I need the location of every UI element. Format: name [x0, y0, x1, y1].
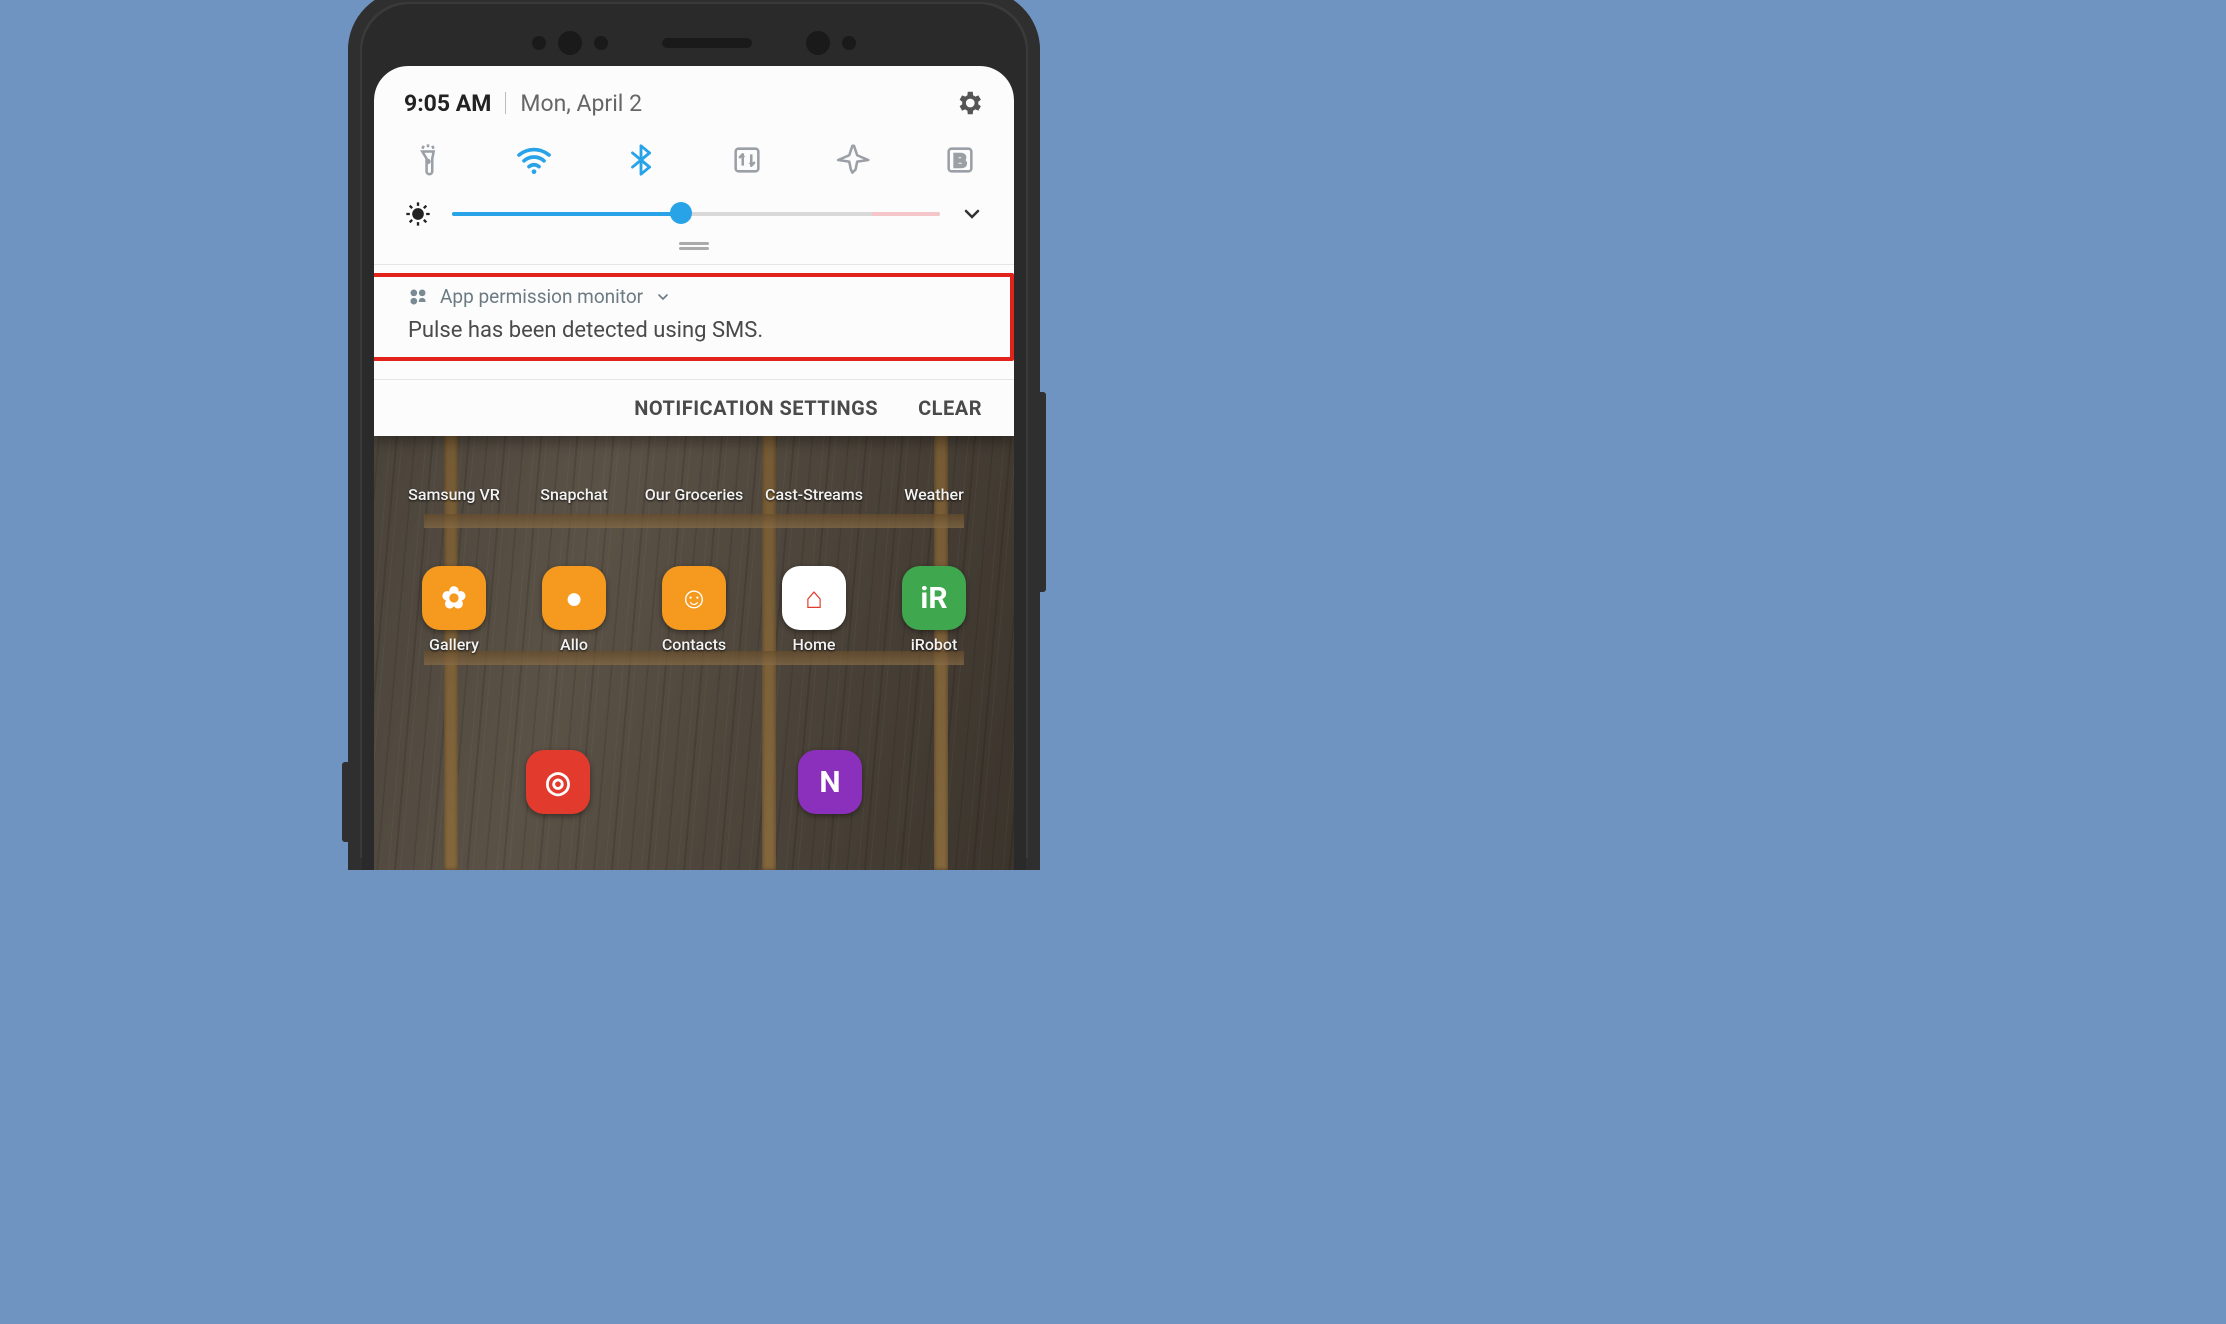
clock: 9:05 AM — [404, 90, 491, 117]
bluetooth-toggle[interactable] — [617, 136, 665, 184]
app-permission-icon — [408, 287, 428, 307]
expand-icon[interactable] — [960, 202, 984, 226]
svg-text:B: B — [953, 150, 966, 171]
phone-volume-button — [342, 762, 348, 842]
date: Mon, April 2 — [520, 90, 642, 117]
notification-body: Pulse has been detected using SMS. — [408, 318, 980, 343]
notification-shade: 9:05 AM Mon, April 2 — [374, 66, 1014, 436]
clear-button[interactable]: CLEAR — [918, 396, 982, 420]
app-Home[interactable]: ⌂Home — [758, 566, 870, 654]
app-our-groceries[interactable]: Our Groceries — [638, 486, 750, 504]
brightness-icon — [404, 200, 432, 228]
app-Allo[interactable]: ●Allo — [518, 566, 630, 654]
phone-sensors — [362, 4, 1026, 64]
notification-settings-button[interactable]: NOTIFICATION SETTINGS — [634, 396, 878, 420]
app-iRobot[interactable]: iRiRobot — [878, 566, 990, 654]
app-Contacts[interactable]: ☺Contacts — [638, 566, 750, 654]
shade-handle[interactable] — [374, 236, 1014, 264]
app-Gallery[interactable]: ✿Gallery — [398, 566, 510, 654]
chevron-down-icon[interactable] — [655, 289, 671, 305]
phone-frame: Samsung VR Snapchat Our Groceries Cast-S… — [348, 0, 1040, 870]
brightness-row — [374, 188, 1014, 236]
notification-app-name: App permission monitor — [440, 285, 643, 308]
home-row-2: ✿Gallery●Allo☺Contacts⌂HomeiRiRobot — [394, 566, 994, 654]
wifi-toggle[interactable] — [510, 136, 558, 184]
notification-actions: NOTIFICATION SETTINGS CLEAR — [374, 379, 1014, 436]
notification-item[interactable]: App permission monitor Pulse has been de… — [374, 264, 1014, 379]
home-row-1: Samsung VR Snapchat Our Groceries Cast-S… — [394, 486, 994, 504]
flashlight-toggle[interactable] — [404, 136, 452, 184]
statusbar: 9:05 AM Mon, April 2 — [374, 66, 1014, 126]
phone-power-button — [1040, 392, 1046, 592]
app-weather[interactable]: Weather — [878, 486, 990, 504]
settings-gear-icon[interactable] — [954, 88, 984, 118]
phone-bezel: Samsung VR Snapchat Our Groceries Cast-S… — [362, 4, 1026, 870]
notification-header: App permission monitor — [408, 285, 980, 308]
app-snapchat[interactable]: Snapchat — [518, 486, 630, 504]
divider — [505, 92, 506, 114]
brightness-thumb[interactable] — [670, 202, 692, 224]
home-row-3: ◎N — [394, 750, 994, 814]
quick-settings-row: B — [374, 126, 1014, 188]
blue-light-toggle[interactable]: B — [936, 136, 984, 184]
rotate-toggle[interactable] — [723, 136, 771, 184]
annotation-highlight: App permission monitor Pulse has been de… — [374, 273, 1014, 361]
airplane-toggle[interactable] — [830, 136, 878, 184]
app-dock-0[interactable]: ◎ — [502, 750, 614, 814]
app-cast-streams[interactable]: Cast-Streams — [758, 486, 870, 504]
app-samsung-vr[interactable]: Samsung VR — [398, 486, 510, 504]
brightness-slider[interactable] — [452, 212, 940, 216]
app-dock-1[interactable]: N — [774, 750, 886, 814]
phone-screen: Samsung VR Snapchat Our Groceries Cast-S… — [374, 66, 1014, 870]
